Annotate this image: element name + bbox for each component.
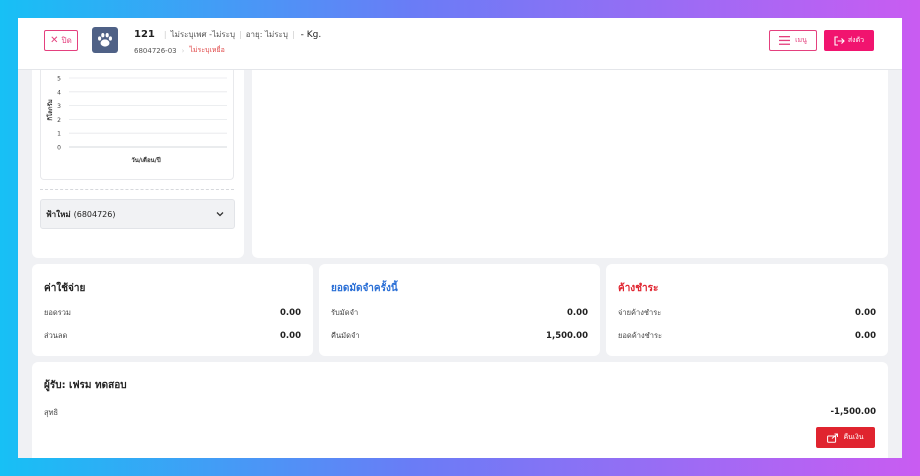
row-label: ยอดรวม — [44, 308, 71, 317]
divider — [40, 189, 234, 190]
y-tick-label: 3 — [57, 103, 61, 110]
y-tick-label: 5 — [57, 76, 61, 83]
pet-weight: - Kg. — [300, 29, 322, 40]
row-value: 0.00 — [280, 331, 301, 341]
receiver-panel: ผู้รับ: เฟรม ทดสอบ สุทธิ -1,500.00 คืนเง… — [32, 362, 888, 458]
expenses-card: ค่าใช้จ่าย ยอดรวม 0.00 ส่วนลด 0.00 — [32, 264, 313, 356]
summary-row: รับมัดจำ 0.00 — [331, 307, 588, 319]
row-value: 0.00 — [567, 308, 588, 318]
send-label: ส่งตัว — [847, 36, 865, 44]
summary-row: ยอดค้างชำระ 0.00 — [618, 330, 876, 342]
refund-button[interactable]: คืนเงิน — [816, 427, 875, 448]
x-axis-label: วัน/เดือน/ปี — [131, 156, 161, 164]
close-label: ปิด — [61, 36, 72, 45]
row-value: 0.00 — [280, 308, 301, 318]
send-button[interactable]: ส่งตัว — [824, 30, 874, 51]
close-icon: ✕ — [50, 34, 59, 46]
deposit-card: ยอดมัดจำครั้งนี้ รับมัดจำ 0.00 คืนมัดจำ … — [319, 264, 600, 356]
hamburger-icon — [779, 36, 791, 45]
summary-row: ส่วนลด 0.00 — [44, 330, 301, 342]
chevron-right-icon: › — [181, 46, 185, 55]
owner-name: ฟ้าใหม่ — [46, 209, 71, 219]
divider: | — [291, 30, 295, 39]
y-tick-label: 1 — [57, 131, 61, 138]
y-axis-label: กิโลกรัม — [46, 99, 54, 121]
chevron-down-icon — [216, 212, 224, 217]
owner-code: (6804726) — [73, 209, 116, 219]
row-value: 0.00 — [855, 331, 876, 341]
row-value: 0.00 — [855, 308, 876, 318]
sign-out-icon — [834, 35, 845, 46]
app-window: ✕ ปิด 121 | ไม่ระบุเพศ -ไม่ระบุ | อายุ: … — [18, 18, 902, 458]
paw-icon — [92, 27, 118, 53]
summary-row: จ่ายค้างชำระ 0.00 — [618, 307, 876, 319]
row-label: รับมัดจำ — [331, 308, 359, 317]
row-value: 1,500.00 — [546, 331, 588, 341]
card-title: ค่าใช้จ่าย — [44, 283, 86, 294]
owner-select[interactable]: ฟ้าใหม่ (6804726) — [40, 199, 235, 229]
receiver-title: ผู้รับ: เฟรม ทดสอบ — [44, 380, 127, 391]
pet-code: 6804726-03 — [134, 46, 177, 55]
row-label: ยอดค้างชำระ — [618, 331, 663, 340]
pet-subtitle: 6804726-03 › ไม่ระบุเหยื่อ — [134, 45, 225, 56]
divider: | — [239, 30, 242, 39]
y-tick-label: 4 — [57, 89, 61, 96]
row-label: ส่วนลด — [44, 331, 68, 340]
weight-panel: 0 1 2 3 4 5 กิโลกรัมวัน/เดือน/ปี ฟ้าใหม่ (6804… — [32, 70, 244, 258]
net-label: สุทธิ — [44, 408, 59, 417]
refund-label: คืนเงิน — [843, 433, 864, 441]
row-label: คืนมัดจำ — [331, 331, 360, 340]
menu-button[interactable]: เมนู — [769, 30, 817, 51]
pet-age: อายุ: ไม่ระบุ — [245, 30, 288, 39]
summary-row: ยอดรวม 0.00 — [44, 307, 301, 319]
weight-chart: 0 1 2 3 4 5 กิโลกรัมวัน/เดือน/ปี — [40, 70, 234, 180]
menu-label: เมนู — [795, 36, 807, 44]
pet-number: 121 — [134, 29, 155, 40]
refund-icon — [827, 433, 839, 443]
close-button[interactable]: ✕ ปิด — [44, 30, 78, 51]
card-title: ค้างชำระ — [618, 283, 659, 294]
summary-row: คืนมัดจำ 1,500.00 — [331, 330, 588, 342]
outstanding-card: ค้างชำระ จ่ายค้างชำระ 0.00 ยอดค้างชำระ 0… — [606, 264, 888, 356]
pet-status: ไม่ระบุเหยื่อ — [189, 46, 225, 54]
pet-title: 121 | ไม่ระบุเพศ -ไม่ระบุ | อายุ: ไม่ระบ… — [134, 28, 321, 41]
pet-gender: ไม่ระบุเพศ -ไม่ระบุ — [170, 30, 236, 39]
net-value: -1,500.00 — [830, 407, 876, 417]
net-row: สุทธิ -1,500.00 — [44, 407, 876, 419]
divider: | — [163, 30, 167, 39]
content-panel — [252, 70, 888, 258]
weight-chart-svg: 0 1 2 3 4 5 กิโลกรัมวัน/เดือน/ปี — [46, 76, 227, 164]
header-bar: ✕ ปิด 121 | ไม่ระบุเพศ -ไม่ระบุ | อายุ: … — [18, 18, 902, 70]
y-tick-label: 2 — [57, 117, 61, 124]
y-tick-label: 0 — [57, 145, 61, 152]
card-title: ยอดมัดจำครั้งนี้ — [331, 283, 398, 294]
row-label: จ่ายค้างชำระ — [618, 308, 662, 317]
